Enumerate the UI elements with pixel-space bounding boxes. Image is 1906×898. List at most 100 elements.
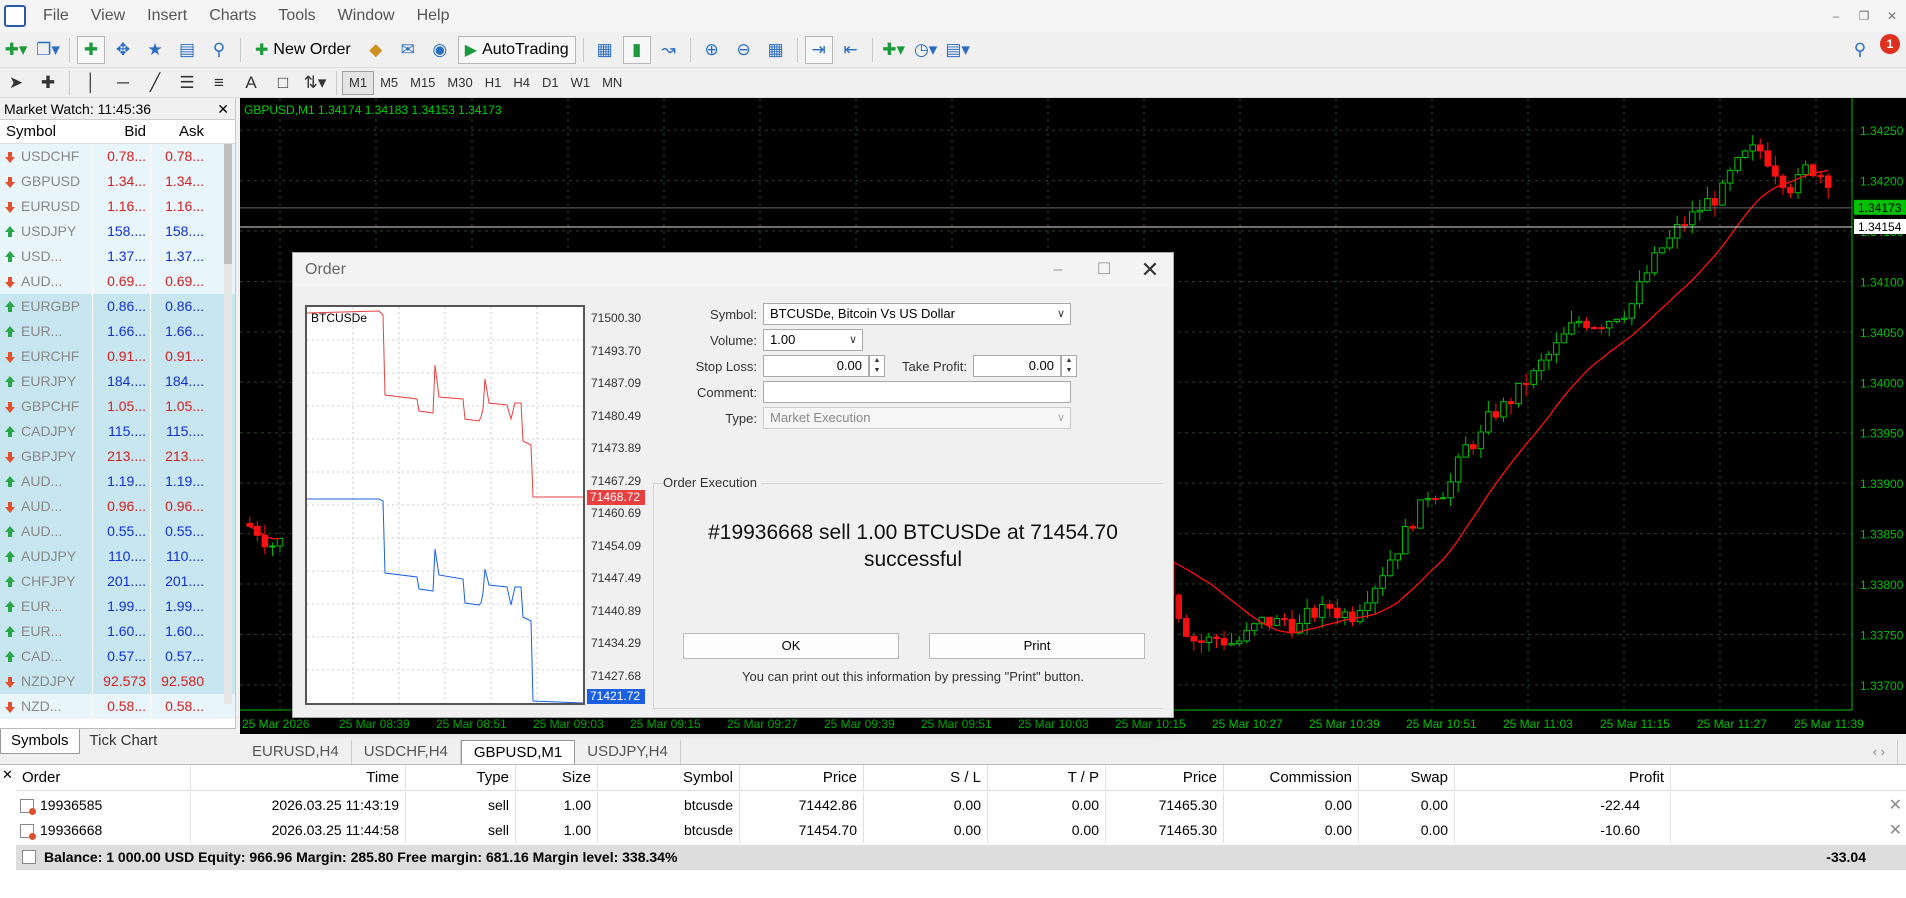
crosshair-icon[interactable]: ✚ [34, 69, 62, 97]
volume-select[interactable]: 1.00 ∨ [763, 329, 863, 351]
text-label-icon[interactable]: □ [269, 69, 297, 97]
menu-tools[interactable]: Tools [267, 0, 326, 32]
market-watch-row[interactable]: USD... 1.37... 1.37... [0, 244, 235, 269]
terminal-col-2[interactable]: Type [406, 765, 516, 790]
col-symbol[interactable]: Symbol [0, 120, 92, 143]
close-terminal-icon[interactable]: ✕ [2, 767, 13, 783]
close-position-icon[interactable]: ✕ [1889, 793, 1902, 818]
search-icon[interactable]: ⚲ [1846, 36, 1874, 64]
strategy-tester-icon[interactable]: ⚲ [205, 36, 233, 64]
new-chart-icon[interactable]: ✚▾ [2, 36, 30, 64]
market-watch-row[interactable]: EURJPY 184.... 184.... [0, 369, 235, 394]
print-button[interactable]: Print [929, 633, 1145, 659]
signals-icon[interactable]: ✉ [394, 36, 422, 64]
timeframe-m30[interactable]: M30 [441, 71, 478, 95]
favorites-icon[interactable]: ★ [141, 36, 169, 64]
market-watch-row[interactable]: EURCHF 0.91... 0.91... [0, 344, 235, 369]
new-order-button[interactable]: ✚ New Order [248, 36, 358, 64]
terminal-col-9[interactable]: Commission [1224, 765, 1359, 790]
takeprofit-input[interactable]: 0.00 [973, 355, 1061, 377]
terminal-col-7[interactable]: T / P [988, 765, 1106, 790]
market-watch-row[interactable]: AUD... 0.69... 0.69... [0, 269, 235, 294]
menu-view[interactable]: View [80, 0, 136, 32]
market-watch-row[interactable]: GBPUSD 1.34... 1.34... [0, 169, 235, 194]
chart-shift-icon[interactable]: ⇤ [837, 36, 865, 64]
autoscroll-icon[interactable]: ⇥ [804, 35, 833, 64]
comment-input[interactable] [763, 381, 1071, 403]
market-watch-row[interactable]: EUR... 1.60... 1.60... [0, 619, 235, 644]
notification-badge[interactable]: 1 [1880, 34, 1900, 54]
timeframe-w1[interactable]: W1 [565, 71, 597, 95]
col-ask[interactable]: Ask [150, 120, 208, 143]
zoom-out-icon[interactable]: ⊖ [730, 36, 758, 64]
autotrading-button[interactable]: ▶ AutoTrading [457, 35, 576, 64]
market-watch-row[interactable]: EUR... 1.99... 1.99... [0, 594, 235, 619]
trendline-icon[interactable]: ╱ [141, 69, 169, 97]
close-panel-icon[interactable]: ✕ [217, 98, 229, 120]
minimize-icon[interactable]: – [1822, 0, 1850, 32]
market-watch-row[interactable]: EURUSD 1.16... 1.16... [0, 194, 235, 219]
arrows-icon[interactable]: ⇅▾ [301, 69, 329, 97]
trade-row[interactable]: 19936668 2026.03.25 11:44:58 sell 1.00 btcus… [16, 818, 1906, 843]
market-watch-row[interactable]: AUD... 0.55... 0.55... [0, 519, 235, 544]
dialog-minimize-icon[interactable]: – [1035, 253, 1081, 287]
tab-symbols[interactable]: Symbols [0, 729, 80, 754]
market-watch-row[interactable]: CAD... 0.57... 0.57... [0, 644, 235, 669]
menu-help[interactable]: Help [406, 0, 461, 32]
terminal-col-3[interactable]: Size [516, 765, 598, 790]
menu-charts[interactable]: Charts [198, 0, 267, 32]
text-icon[interactable]: A [237, 69, 265, 97]
terminal-col-0[interactable]: Order [16, 765, 191, 790]
timeframe-m15[interactable]: M15 [404, 71, 441, 95]
fibonacci-icon[interactable]: ≡ [205, 69, 233, 97]
trade-row[interactable]: 19936585 2026.03.25 11:43:19 sell 1.00 btcus… [16, 793, 1906, 818]
market-watch-row[interactable]: EUR... 1.66... 1.66... [0, 319, 235, 344]
vertical-line-icon[interactable]: │ [77, 69, 105, 97]
cursor-icon[interactable]: ➤ [2, 69, 30, 97]
horizontal-line-icon[interactable]: ─ [109, 69, 137, 97]
market-watch-row[interactable]: GBPJPY 213.... 213.... [0, 444, 235, 469]
chart-tab-usdjpy[interactable]: USDJPY,H4 [575, 740, 681, 764]
timeframe-m5[interactable]: M5 [374, 71, 404, 95]
candlestick-icon[interactable]: ▮ [622, 35, 651, 64]
market-watch-row[interactable]: AUD... 1.19... 1.19... [0, 469, 235, 494]
terminal-icon[interactable]: ▤ [173, 36, 201, 64]
market-watch-scrollbar[interactable] [224, 144, 232, 704]
chart-tab-eurusd[interactable]: EURUSD,H4 [240, 740, 352, 764]
timeframe-h1[interactable]: H1 [479, 71, 508, 95]
takeprofit-stepper[interactable]: ▲ ▼ [1061, 355, 1077, 377]
market-watch-row[interactable]: EURGBP 0.86... 0.86... [0, 294, 235, 319]
templates-icon[interactable]: ▤▾ [944, 36, 972, 64]
market-watch-row[interactable]: AUDJPY 110.... 110.... [0, 544, 235, 569]
chart-tab-usdchf[interactable]: USDCHF,H4 [352, 740, 461, 764]
market-watch-row[interactable]: GBPCHF 1.05... 1.05... [0, 394, 235, 419]
metaeditor-icon[interactable]: ◆ [362, 36, 390, 64]
vps-icon[interactable]: ◉ [426, 36, 454, 64]
line-chart-icon[interactable]: ↝ [655, 36, 683, 64]
market-watch-row[interactable]: USDCHF 0.78... 0.78... [0, 144, 235, 169]
channel-icon[interactable]: ☰ [173, 69, 201, 97]
menu-insert[interactable]: Insert [136, 0, 198, 32]
symbol-select[interactable]: BTCUSDe, Bitcoin Vs US Dollar ∨ [763, 303, 1071, 325]
terminal-col-11[interactable]: Profit [1455, 765, 1671, 790]
menu-window[interactable]: Window [327, 0, 406, 32]
col-bid[interactable]: Bid [92, 120, 150, 143]
timeframe-mn[interactable]: MN [596, 71, 628, 95]
close-position-icon[interactable]: ✕ [1889, 818, 1902, 843]
terminal-col-6[interactable]: S / L [864, 765, 988, 790]
periods-icon[interactable]: ◷▾ [912, 36, 940, 64]
close-window-icon[interactable]: ✕ [1878, 0, 1906, 32]
zoom-in-icon[interactable]: ⊕ [698, 36, 726, 64]
navigator-icon[interactable]: ✥ [109, 36, 137, 64]
timeframe-d1[interactable]: D1 [536, 71, 565, 95]
timeframe-m1[interactable]: M1 [342, 70, 375, 95]
market-watch-row[interactable]: AUD... 0.96... 0.96... [0, 494, 235, 519]
terminal-col-8[interactable]: Price [1106, 765, 1224, 790]
profiles-icon[interactable]: ❐▾ [34, 36, 62, 64]
ok-button[interactable]: OK [683, 633, 899, 659]
stoploss-input[interactable]: 0.00 [763, 355, 869, 377]
terminal-col-10[interactable]: Swap [1359, 765, 1455, 790]
terminal-col-5[interactable]: Price [740, 765, 864, 790]
indicators-icon[interactable]: ✚▾ [880, 36, 908, 64]
terminal-col-1[interactable]: Time [191, 765, 406, 790]
